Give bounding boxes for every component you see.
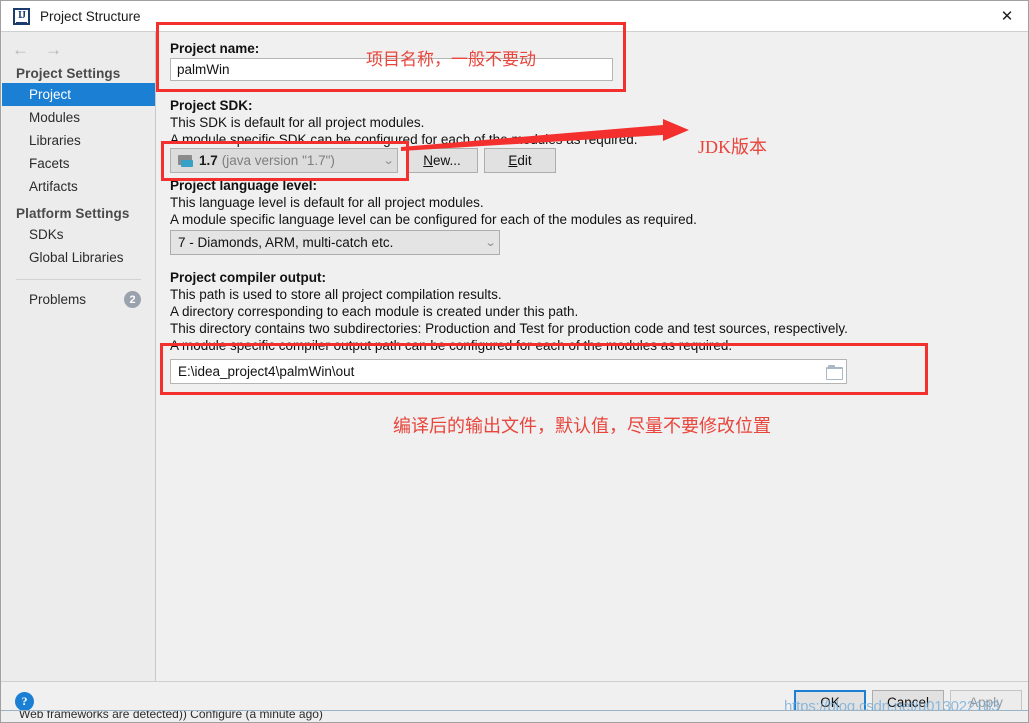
compiler-output-desc-2: A directory corresponding to each module… — [170, 304, 579, 319]
compiler-output-desc-4: A module specific compiler output path c… — [170, 338, 733, 353]
back-arrow-icon[interactable]: ← — [12, 41, 29, 58]
new-sdk-button-label: New... — [423, 153, 461, 168]
sidebar-item-global-libraries[interactable]: Global Libraries — [2, 246, 155, 269]
compiler-output-path-value: E:\idea_project4\palmWin\out — [178, 364, 355, 379]
language-level-label: Project language level: — [170, 178, 318, 193]
chevron-down-icon: ⌄ — [484, 237, 497, 249]
sidebar-item-libraries[interactable]: Libraries — [2, 129, 155, 152]
sidebar-item-sdks[interactable]: SDKs — [2, 223, 155, 246]
sidebar-group-platform-settings: Platform Settings — [16, 206, 130, 221]
edit-sdk-button[interactable]: Edit — [484, 148, 556, 173]
sidebar: ← → Project Settings Project Modules Lib… — [2, 32, 156, 682]
project-sdk-detail: (java version "1.7") — [221, 153, 335, 168]
new-sdk-button[interactable]: New... — [406, 148, 478, 173]
sidebar-item-modules[interactable]: Modules — [2, 106, 155, 129]
sidebar-item-problems[interactable]: Problems 2 — [2, 288, 155, 311]
compiler-output-path-field[interactable]: E:\idea_project4\palmWin\out — [170, 359, 847, 384]
sidebar-item-problems-label: Problems — [29, 292, 87, 307]
intellij-idea-icon-glyph: IJ — [18, 10, 26, 21]
project-sdk-dropdown[interactable]: 1.7 (java version "1.7") ⌄ — [170, 148, 398, 173]
folder-browse-icon[interactable] — [826, 365, 843, 380]
compiler-output-desc-3: This directory contains two subdirectori… — [170, 321, 848, 336]
window-title: Project Structure — [40, 8, 141, 24]
language-level-dropdown[interactable]: 7 - Diamonds, ARM, multi-catch etc. ⌄ — [170, 230, 500, 255]
project-name-label: Project name: — [170, 41, 260, 56]
language-level-desc-1: This language level is default for all p… — [170, 195, 484, 210]
problems-count-badge: 2 — [124, 291, 141, 308]
project-name-input[interactable] — [170, 58, 613, 81]
compiler-output-label: Project compiler output: — [170, 270, 327, 285]
project-sdk-desc-1: This SDK is default for all project modu… — [170, 115, 425, 130]
title-bar: IJ Project Structure ✕ — [1, 1, 1028, 31]
intellij-idea-icon: IJ — [13, 7, 30, 25]
chevron-down-icon: ⌄ — [382, 155, 395, 167]
sidebar-item-artifacts[interactable]: Artifacts — [2, 175, 155, 198]
project-sdk-desc-2: A module specific SDK can be configured … — [170, 132, 638, 147]
project-structure-dialog: IJ Project Structure ✕ ← → Project Setti… — [0, 0, 1029, 723]
status-bar-text: Web frameworks are detected)) Configure … — [19, 710, 323, 721]
language-level-value: 7 - Diamonds, ARM, multi-catch etc. — [178, 235, 394, 250]
sdk-folder-icon — [178, 154, 193, 167]
project-sdk-version: 1.7 — [199, 153, 218, 168]
help-icon[interactable]: ? — [15, 692, 34, 711]
sidebar-divider — [16, 279, 141, 280]
dialog-body: ← → Project Settings Project Modules Lib… — [1, 31, 1028, 682]
settings-content-pane: Project name: Project SDK: This SDK is d… — [157, 32, 1028, 682]
edit-sdk-button-label: Edit — [508, 153, 532, 168]
sidebar-item-project[interactable]: Project — [2, 83, 155, 106]
compiler-output-desc-1: This path is used to store all project c… — [170, 287, 502, 302]
close-icon[interactable]: ✕ — [984, 1, 1028, 31]
language-level-desc-2: A module specific language level can be … — [170, 212, 697, 227]
status-bar: Web frameworks are detected)) Configure … — [1, 710, 1028, 722]
sidebar-item-facets[interactable]: Facets — [2, 152, 155, 175]
forward-arrow-icon[interactable]: → — [45, 41, 62, 58]
sidebar-nav-arrows: ← → — [2, 32, 155, 58]
project-sdk-label: Project SDK: — [170, 98, 253, 113]
sidebar-group-project-settings: Project Settings — [16, 66, 121, 81]
